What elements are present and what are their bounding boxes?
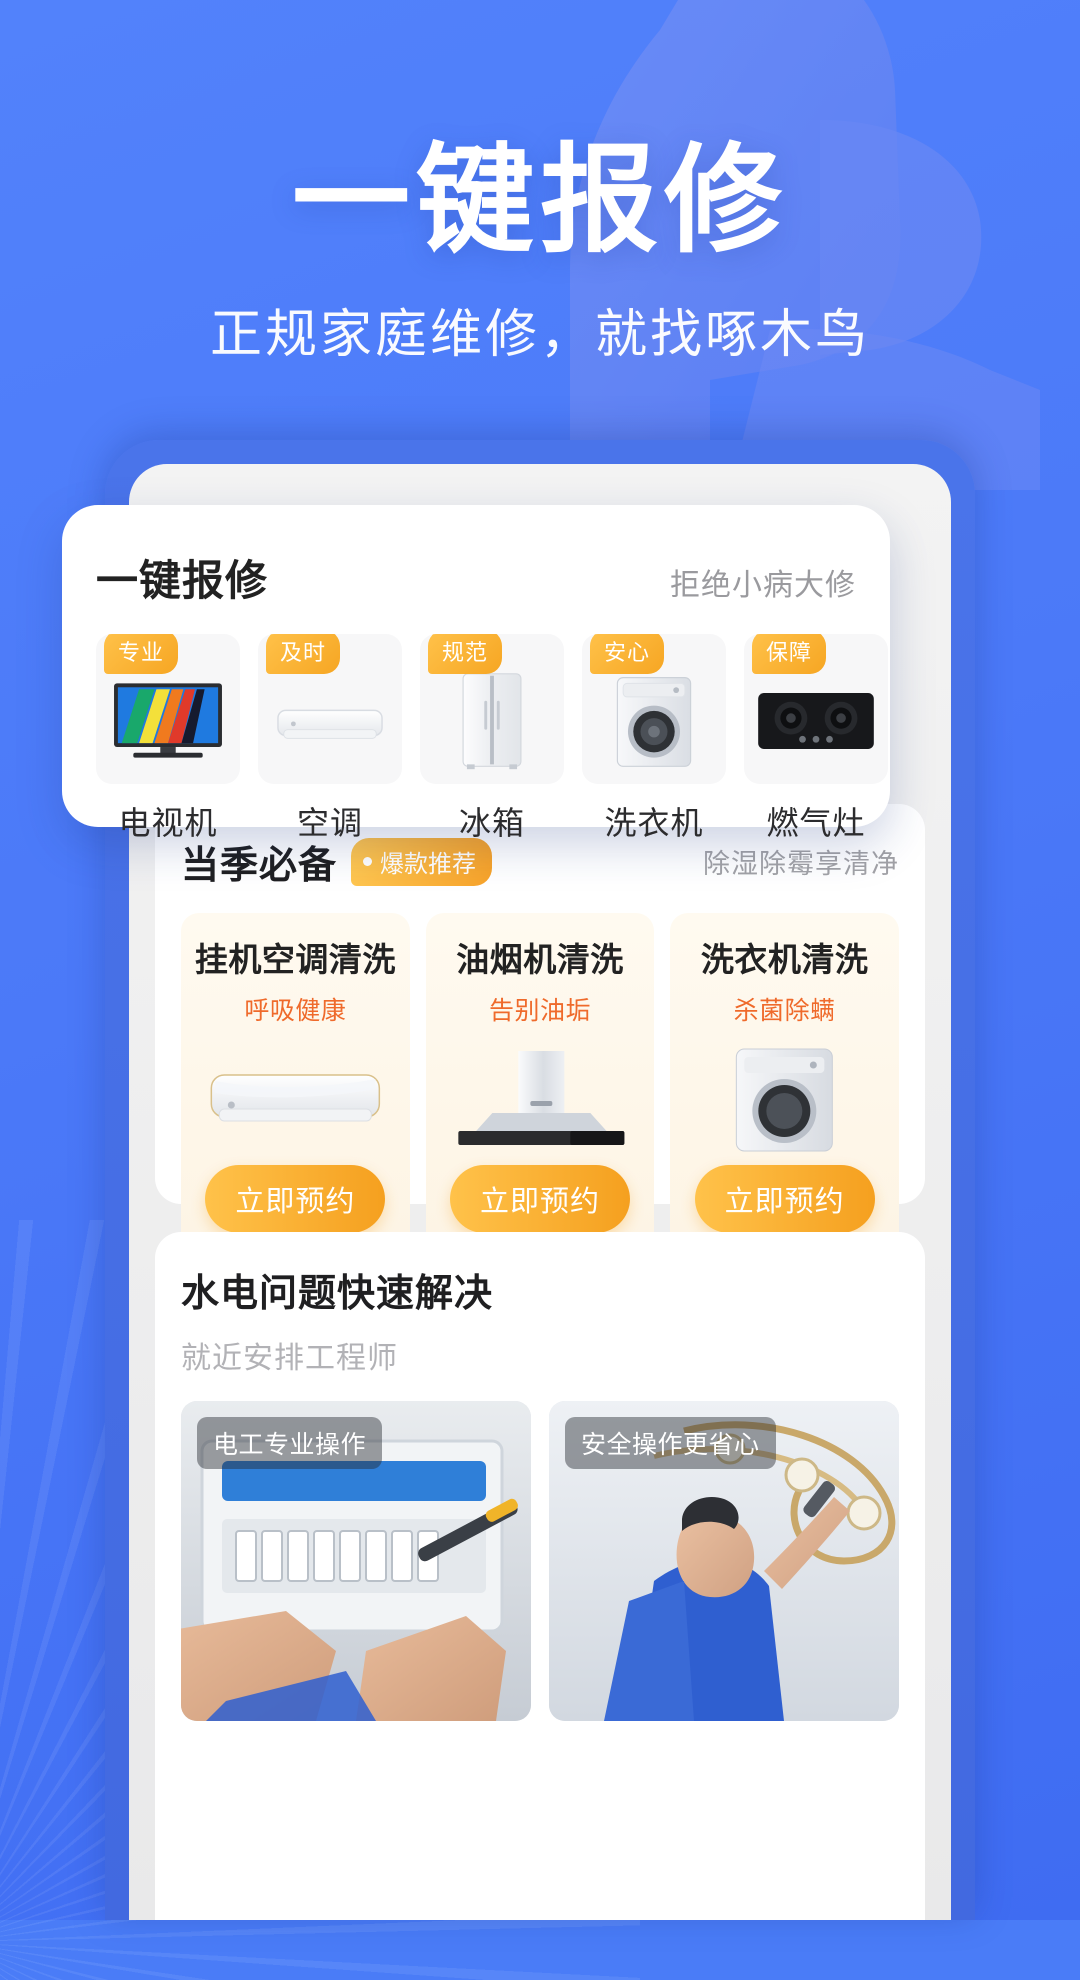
category-label: 空调 bbox=[296, 805, 363, 841]
category-thumbnail: 规范 bbox=[420, 634, 564, 784]
category-label: 燃气灶 bbox=[766, 805, 866, 841]
category-item-gas-stove[interactable]: 保障 燃气灶 bbox=[744, 634, 888, 844]
washing-machine-icon bbox=[582, 668, 726, 774]
service-book-button[interactable]: 立即预约 bbox=[694, 1165, 875, 1233]
service-book-button[interactable]: 立即预约 bbox=[450, 1165, 631, 1233]
category-thumbnail: 专业 bbox=[96, 634, 240, 784]
category-item-washing-machine[interactable]: 安心 洗衣机 bbox=[582, 634, 726, 844]
category-badge: 保障 bbox=[752, 634, 827, 674]
service-card[interactable]: 油烟机清洗 告别油垢 立即预约 bbox=[425, 913, 655, 1255]
hero-title: 一键报修 bbox=[291, 135, 788, 267]
gas-stove-icon bbox=[744, 668, 888, 774]
category-label: 电视机 bbox=[118, 805, 218, 841]
category-badge: 专业 bbox=[104, 634, 179, 674]
hero-subtitle: 正规家庭维修，就找啄木鸟 bbox=[209, 305, 870, 364]
category-badge: 及时 bbox=[266, 634, 341, 674]
hot-recommendation-badge: 爆款推荐 bbox=[351, 837, 493, 886]
category-row: 专业 电视机 及时 空调 规范 冰箱 安心 洗衣机 保障 燃气灶 bbox=[96, 634, 888, 844]
wall-air-conditioner-icon bbox=[181, 1041, 410, 1159]
service-subtitle: 呼吸健康 bbox=[244, 997, 347, 1025]
season-section-note: 除湿除霉享清净 bbox=[703, 849, 899, 879]
refrigerator-icon bbox=[420, 668, 564, 774]
service-title: 油烟机清洗 bbox=[456, 941, 624, 978]
electric-card-tag: 安全操作更省心 bbox=[565, 1417, 776, 1469]
electric-section-title: 水电问题快速解决 bbox=[181, 1273, 494, 1315]
category-item-refrigerator[interactable]: 规范 冰箱 bbox=[420, 634, 564, 844]
service-card-row: 挂机空调清洗 呼吸健康 立即预约 油烟机清洗 告别油垢 立即预约 洗衣机清洗 杀… bbox=[181, 913, 900, 1255]
category-thumbnail: 保障 bbox=[744, 634, 888, 784]
dot-icon bbox=[363, 856, 373, 866]
season-section: 当季必备 爆款推荐 除湿除霉享清净 挂机空调清洗 呼吸健康 立即预约 油烟机清洗… bbox=[155, 804, 925, 1255]
category-label: 洗衣机 bbox=[604, 805, 704, 841]
range-hood-icon bbox=[426, 1041, 655, 1159]
repair-card-header: 一键报修 拒绝小病大修 bbox=[96, 547, 856, 608]
electric-photo-card[interactable]: 电工专业操作 bbox=[181, 1401, 531, 1721]
repair-card-title: 一键报修 bbox=[96, 557, 269, 604]
electric-section: 水电问题快速解决 就近安排工程师 电工专业操作 安全操作更省心 bbox=[155, 1232, 925, 1920]
category-label: 冰箱 bbox=[458, 805, 525, 841]
electric-card-row: 电工专业操作 安全操作更省心 bbox=[181, 1401, 899, 1721]
service-title: 挂机空调清洗 bbox=[194, 941, 396, 978]
service-subtitle: 告别油垢 bbox=[489, 997, 592, 1025]
one-key-repair-card: 一键报修 拒绝小病大修 专业 电视机 及时 空调 规范 冰箱 安心 洗衣机 保障… bbox=[62, 505, 890, 841]
service-title: 洗衣机清洗 bbox=[700, 941, 869, 978]
repair-card-note: 拒绝小病大修 bbox=[670, 569, 856, 602]
washing-machine-icon bbox=[670, 1041, 899, 1159]
service-subtitle: 杀菌除螨 bbox=[733, 997, 836, 1025]
electric-card-tag: 电工专业操作 bbox=[197, 1417, 383, 1469]
tv-icon bbox=[96, 668, 240, 774]
category-badge: 规范 bbox=[428, 634, 503, 674]
category-thumbnail: 安心 bbox=[582, 634, 726, 784]
category-item-tv[interactable]: 专业 电视机 bbox=[96, 634, 240, 844]
electric-section-subtitle: 就近安排工程师 bbox=[181, 1342, 398, 1375]
category-badge: 安心 bbox=[590, 634, 665, 674]
hero-section: 一键报修 正规家庭维修，就找啄木鸟 bbox=[0, 0, 1080, 367]
category-thumbnail: 及时 bbox=[258, 634, 402, 784]
hot-recommendation-label: 爆款推荐 bbox=[380, 850, 477, 878]
category-item-air-conditioner[interactable]: 及时 空调 bbox=[258, 634, 402, 844]
service-card[interactable]: 挂机空调清洗 呼吸健康 立即预约 bbox=[181, 913, 410, 1255]
electric-photo-card[interactable]: 安全操作更省心 bbox=[549, 1401, 899, 1721]
service-book-button[interactable]: 立即预约 bbox=[205, 1165, 386, 1233]
service-card[interactable]: 洗衣机清洗 杀菌除螨 立即预约 bbox=[670, 913, 900, 1255]
air-conditioner-icon bbox=[258, 668, 402, 774]
